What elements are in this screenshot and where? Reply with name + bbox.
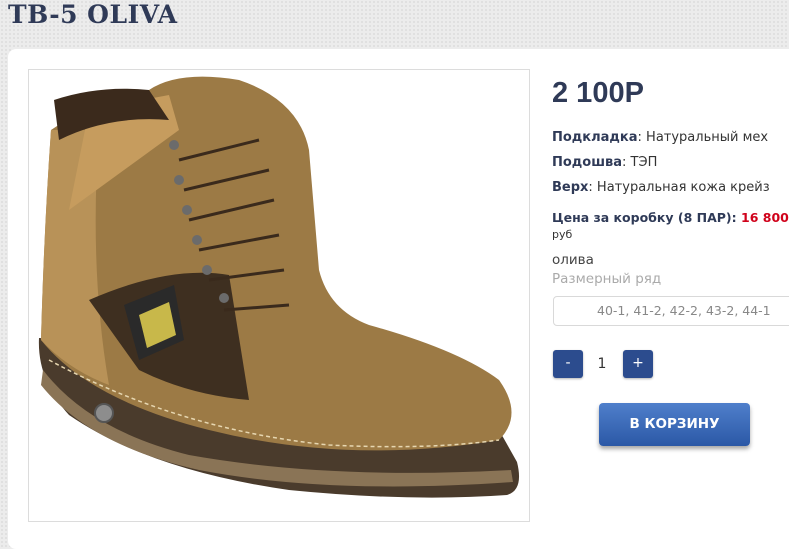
prop-sole: Подошва: ТЭП	[552, 155, 657, 170]
box-price-value: 16 800	[741, 210, 789, 225]
product-image	[28, 69, 530, 522]
box-price-label: Цена за коробку (8 ПАР):	[552, 210, 737, 225]
add-to-cart-button[interactable]: В КОРЗИНУ	[599, 403, 750, 446]
prop-lining-value: : Натуральный мех	[637, 130, 769, 145]
prop-upper-label: Верх	[552, 180, 589, 195]
box-price-unit: руб	[552, 228, 573, 241]
size-range-label: Размерный ряд	[552, 271, 662, 287]
color-name: олива	[552, 252, 594, 268]
prop-sole-value: : ТЭП	[622, 155, 658, 170]
prop-lining-label: Подкладка	[552, 130, 638, 145]
size-range-field[interactable]: 40-1, 41-2, 42-2, 43-2, 44-1	[553, 296, 789, 326]
prop-lining: Подкладка: Натуральный мех	[552, 130, 768, 145]
quantity-minus-button[interactable]: -	[553, 350, 583, 378]
quantity-value[interactable]: 1	[590, 356, 614, 372]
product-title: TB-5 OLIVA	[8, 0, 178, 29]
prop-sole-label: Подошва	[552, 155, 623, 170]
prop-upper-value: : Натуральная кожа крейз	[588, 180, 770, 195]
boot-illustration	[38, 76, 520, 498]
quantity-plus-button[interactable]: +	[623, 350, 653, 378]
prop-upper: Верх: Натуральная кожа крейз	[552, 180, 770, 195]
product-price: 2 100Р	[552, 77, 644, 109]
box-price: Цена за коробку (8 ПАР): 16 800	[552, 210, 789, 225]
